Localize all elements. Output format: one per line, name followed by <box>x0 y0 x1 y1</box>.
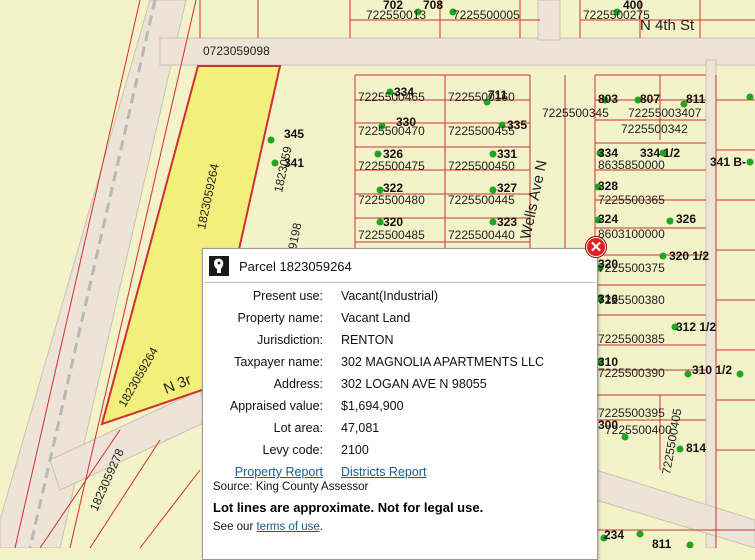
house-number: 811 <box>686 92 706 106</box>
detail-label: Taxpayer name: <box>234 355 323 369</box>
detail-label: Property name: <box>237 311 323 325</box>
parcel-number: 7225500365 <box>598 193 665 207</box>
detail-value: Vacant Land <box>341 311 411 325</box>
detail-row-levy-code: Levy code: 2100 <box>211 439 544 461</box>
house-number: 320 1/2 <box>669 249 709 263</box>
detail-row-appraised-value: Appraised value: $1,694,900 <box>211 395 544 417</box>
house-number: 345 <box>284 127 304 141</box>
house-number: 334 <box>394 85 414 99</box>
house-number: 320 <box>598 257 618 271</box>
parcel-number: 7225500005 <box>453 8 520 22</box>
house-number: 807 <box>640 92 660 106</box>
house-number: 310 1/2 <box>692 363 732 377</box>
detail-label: Levy code: <box>262 443 323 457</box>
house-number: 814 <box>686 441 706 455</box>
house-number: 312 1/2 <box>676 320 716 334</box>
parcel-number: 7225500445 <box>448 193 515 207</box>
detail-value: Vacant(Industrial) <box>341 289 439 303</box>
parcel-number: 8635850000 <box>598 158 665 172</box>
detail-value: 302 LOGAN AVE N 98055 <box>341 377 487 391</box>
detail-value: 302 MAGNOLIA APARTMENTS LLC <box>341 355 545 369</box>
house-number: 324 <box>598 212 618 226</box>
parcel-number: 7225500385 <box>598 332 665 346</box>
parcel-details-table: Present use: Vacant(Industrial) Property… <box>211 285 544 483</box>
house-number: 323 <box>497 215 517 229</box>
detail-value: $1,694,900 <box>341 399 404 413</box>
house-number: 320 <box>383 215 403 229</box>
parcel-number: 7225500342 <box>621 122 688 136</box>
house-number: 300 <box>598 418 618 432</box>
king-county-logo-icon <box>209 256 229 276</box>
house-number: 334 <box>598 146 618 160</box>
house-number: 702 <box>383 0 403 12</box>
detail-row-lot-area: Lot area: 47,081 <box>211 417 544 439</box>
popup-header: Parcel 1823059264 <box>209 255 352 277</box>
parcel-info-popup: Parcel 1823059264 Present use: Vacant(In… <box>202 248 598 560</box>
house-number: 326 <box>676 212 696 226</box>
terms-line: See our terms of use. <box>213 521 323 533</box>
wells-ave-road <box>705 59 717 548</box>
house-number: 310 <box>598 355 618 369</box>
detail-row-address: Address: 302 LOGAN AVE N 98055 <box>211 373 544 395</box>
report-links-row: Property Report Districts Report <box>211 461 544 483</box>
house-number: 335 <box>507 118 527 132</box>
terms-suffix: . <box>319 521 323 533</box>
parcel-number: 8603100000 <box>598 227 665 241</box>
house-number: 326 <box>383 147 403 161</box>
house-number: 316 <box>598 292 618 306</box>
close-icon[interactable]: ✕ <box>585 236 607 258</box>
parcel-number: 7225500480 <box>358 193 425 207</box>
parcel-number: 7225500440 <box>448 228 515 242</box>
detail-label: Jurisdiction: <box>257 333 323 347</box>
detail-row-jurisdiction: Jurisdiction: RENTON <box>211 329 544 351</box>
detail-label: Appraised value: <box>229 399 323 413</box>
house-number: 331 <box>497 147 517 161</box>
detail-label: Address: <box>273 377 323 391</box>
detail-value: 2100 <box>341 443 369 457</box>
detail-row-present-use: Present use: Vacant(Industrial) <box>211 285 544 307</box>
house-number: 322 <box>383 181 403 195</box>
parcel-number: 7225500465 <box>358 90 425 104</box>
detail-row-property-name: Property name: Vacant Land <box>211 307 544 329</box>
house-number: 803 <box>598 92 618 106</box>
detail-value: RENTON <box>341 333 394 347</box>
house-number: 327 <box>497 181 517 195</box>
popup-divider <box>205 282 595 283</box>
house-number: 330 <box>396 115 416 129</box>
house-number: 811 <box>652 537 672 548</box>
house-number: 328 <box>598 179 618 193</box>
house-number: 400 <box>623 0 643 12</box>
house-number: 711 <box>488 88 508 102</box>
detail-label: Present use: <box>252 289 323 303</box>
source-text: Source: King County Assessor <box>213 481 369 493</box>
parcel-number: 7225500455 <box>448 124 515 138</box>
house-number: 341 B- <box>710 155 746 169</box>
detail-label: Lot area: <box>273 421 323 435</box>
property-report-link[interactable]: Property Report <box>235 465 323 479</box>
terms-prefix: See our <box>213 521 257 533</box>
parcel-number: 7225500345 <box>542 106 609 120</box>
parcel-number: 0723059098 <box>203 44 270 58</box>
house-number: 708 <box>423 0 443 12</box>
detail-value: 47,081 <box>341 421 380 435</box>
disclaimer-text: Lot lines are approximate. Not for legal… <box>213 500 484 515</box>
popup-title: Parcel 1823059264 <box>239 258 352 274</box>
house-number: 234 <box>604 528 624 542</box>
house-number: 334 1/2 <box>640 146 680 160</box>
parcel-number: 7225500475 <box>358 159 425 173</box>
parcel-number: 7225500485 <box>358 228 425 242</box>
districts-report-link[interactable]: Districts Report <box>341 465 426 479</box>
parcel-number: 7225500450 <box>448 159 515 173</box>
terms-of-use-link[interactable]: terms of use <box>256 521 319 533</box>
parcel-number: 72255003407 <box>628 106 702 120</box>
house-number: 341 <box>284 156 304 170</box>
detail-row-taxpayer-name: Taxpayer name: 302 MAGNOLIA APARTMENTS L… <box>211 351 544 373</box>
